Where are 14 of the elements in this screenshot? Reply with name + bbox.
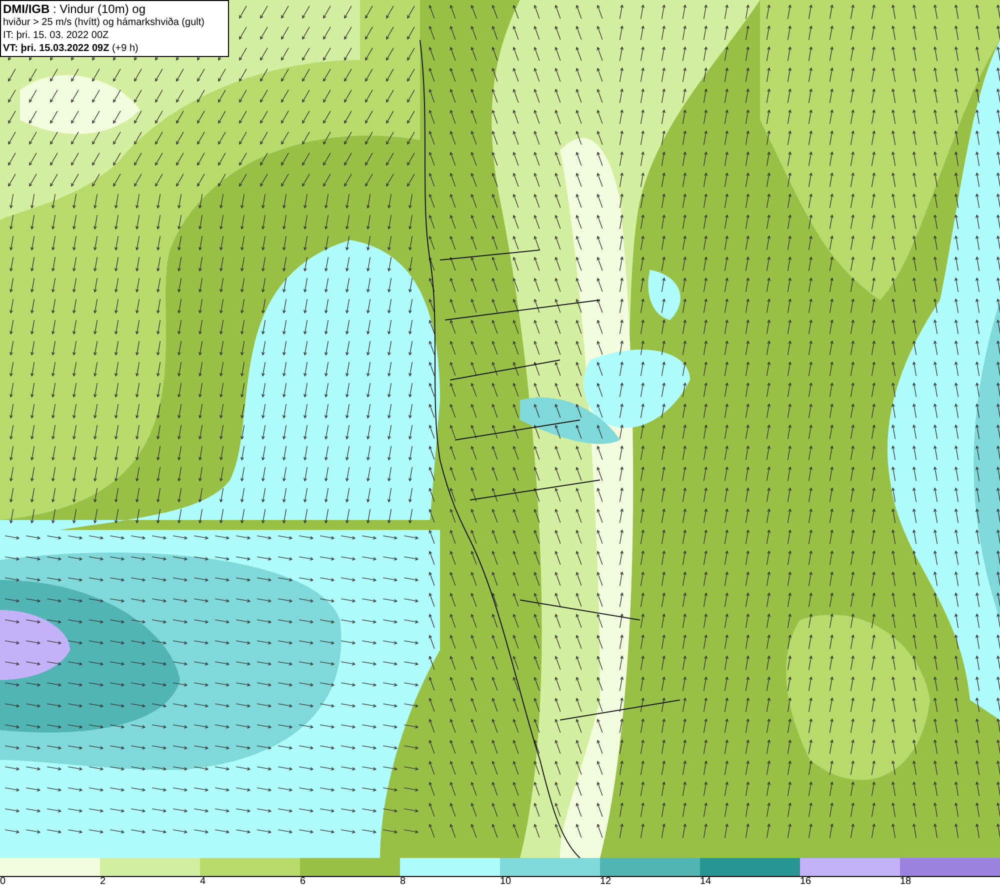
title-line: VT: þri. 15.03.2022 09Z (+9 h)	[3, 42, 140, 55]
legend-label: 0	[0, 876, 6, 887]
title-line: DMI/IGB : Vindur (10m) og	[3, 2, 146, 16]
legend-label: 12	[600, 876, 612, 887]
legend-label: 6	[300, 876, 306, 887]
legend-label: 2	[100, 876, 106, 887]
legend-label: 18	[900, 876, 912, 887]
title-line: IT: þri. 15. 03. 2022 00Z	[3, 29, 110, 42]
legend-label: 8	[400, 876, 406, 887]
legend-label: 4	[200, 876, 206, 887]
title-line: hviður > 25 m/s (hvítt) og hámarkshviða (gult)	[3, 16, 206, 29]
legend-label: 14	[700, 876, 712, 887]
legend-label: 10	[500, 876, 512, 887]
legend-label: 16	[800, 876, 812, 887]
